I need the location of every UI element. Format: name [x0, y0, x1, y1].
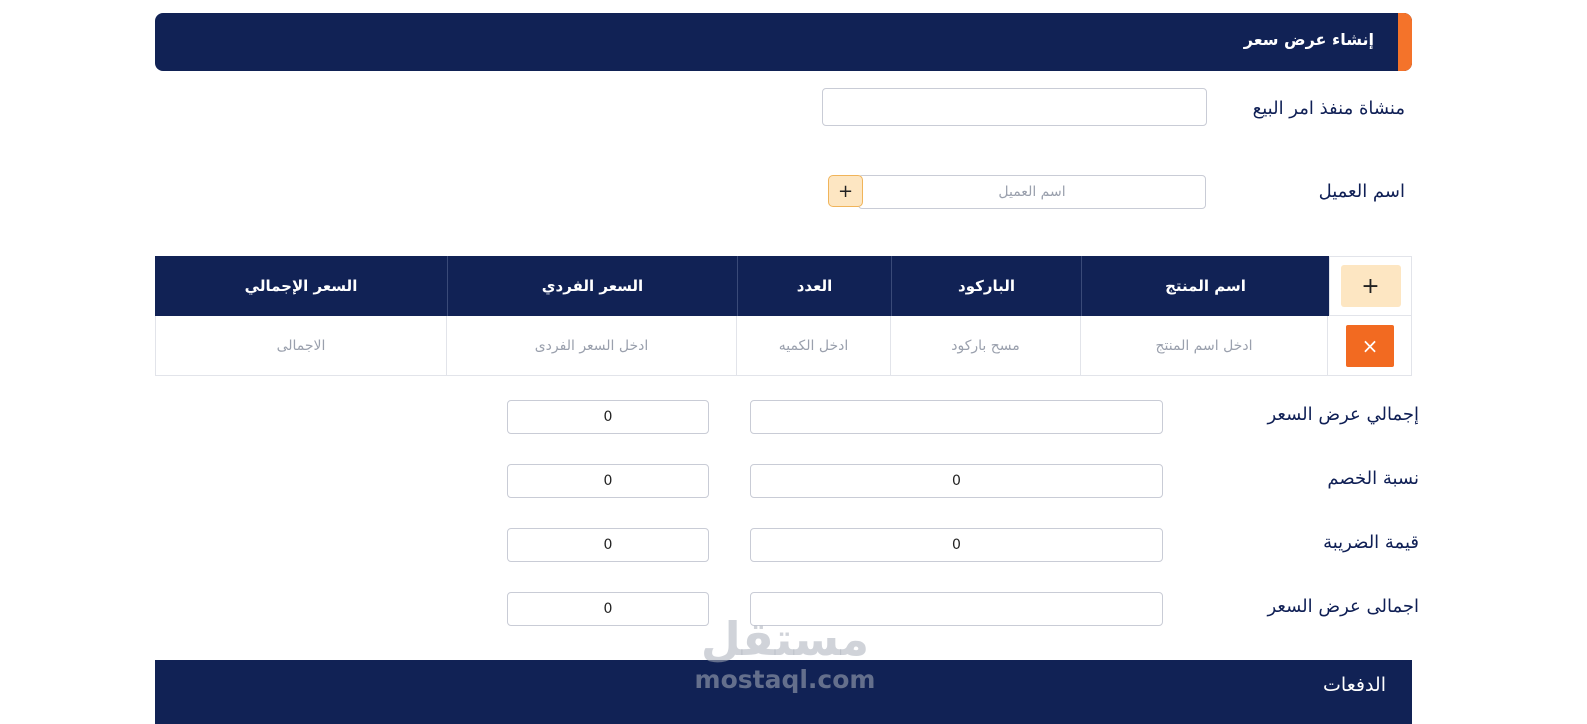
page-header: إنشاء عرض سعر [155, 13, 1412, 71]
seller-label: منشاة منفذ امر البيع [1252, 98, 1405, 119]
products-table: اسم المنتج الباركود العدد السعر الفردي ا… [155, 256, 1412, 376]
unit-price-input[interactable] [459, 336, 724, 355]
payments-header: الدفعات [155, 660, 1412, 724]
table-row: × [155, 316, 1412, 376]
cell-unit-price [446, 316, 736, 375]
add-row-button[interactable]: + [1340, 265, 1401, 307]
product-name-input[interactable] [1091, 336, 1317, 355]
customer-label: اسم العميل [1318, 181, 1405, 202]
summary-grand-total-small-input[interactable] [507, 592, 709, 626]
add-customer-button[interactable]: + [828, 175, 863, 207]
page-title: إنشاء عرض سعر [1243, 30, 1374, 49]
add-row-cell: + [1329, 256, 1412, 316]
header-total-price: السعر الإجمالي [155, 256, 447, 316]
summary-tax-wide-input[interactable] [750, 528, 1163, 562]
summary-total-small-input[interactable] [507, 400, 709, 434]
seller-input[interactable] [822, 88, 1207, 126]
header-barcode: الباركود [891, 256, 1081, 316]
payments-title: الدفعات [1323, 674, 1386, 696]
summary-total-wide-input[interactable] [750, 400, 1163, 434]
cell-barcode [890, 316, 1080, 375]
header-accent [1398, 13, 1412, 71]
summary-label-tax: قيمة الضريبة [1323, 532, 1419, 553]
summary-label-discount: نسبة الخصم [1327, 468, 1419, 489]
delete-row-button[interactable]: × [1346, 325, 1394, 367]
header-product-name: اسم المنتج [1081, 256, 1329, 316]
summary-label-total: إجمالي عرض السعر [1267, 404, 1419, 425]
quantity-input[interactable] [742, 336, 885, 355]
summary-label-grand-total: اجمالى عرض السعر [1267, 596, 1419, 617]
header-quantity: العدد [737, 256, 891, 316]
cell-product-name [1080, 316, 1328, 375]
customer-input[interactable] [858, 175, 1206, 209]
cell-total-price [156, 316, 446, 375]
summary-discount-wide-input[interactable] [750, 464, 1163, 498]
summary-grand-total-wide-input[interactable] [750, 592, 1163, 626]
header-unit-price: السعر الفردي [447, 256, 737, 316]
total-price-input[interactable] [168, 336, 434, 355]
barcode-input[interactable] [898, 336, 1073, 355]
cell-quantity [736, 316, 890, 375]
table-header-row: اسم المنتج الباركود العدد السعر الفردي ا… [155, 256, 1412, 316]
summary-tax-small-input[interactable] [507, 528, 709, 562]
summary-discount-small-input[interactable] [507, 464, 709, 498]
